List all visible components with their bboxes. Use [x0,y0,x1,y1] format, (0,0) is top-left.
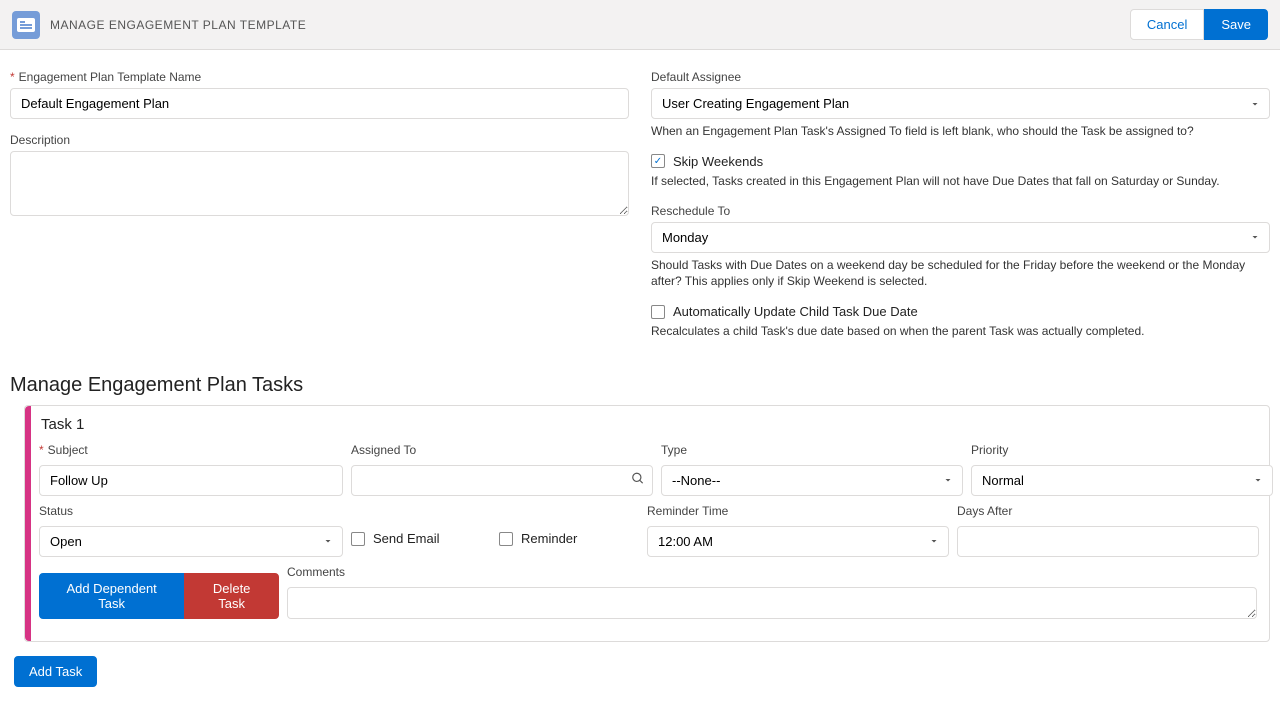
page-header: MANAGE ENGAGEMENT PLAN TEMPLATE Cancel S… [0,0,1280,50]
reminder-time-label: Reminder Time [647,504,949,518]
auto-update-help: Recalculates a child Task's due date bas… [651,323,1270,340]
auto-update-field: Automatically Update Child Task Due Date… [651,304,1270,340]
reminder-time-field: Reminder Time 12:00 AM [647,504,949,557]
subject-label: Subject [39,443,343,457]
header-left: MANAGE ENGAGEMENT PLAN TEMPLATE [12,11,306,39]
name-input[interactable] [10,88,629,119]
status-label: Status [39,504,343,518]
add-dependent-task-button[interactable]: Add Dependent Task [39,573,184,619]
reminder-label-text: Reminder [521,531,577,546]
skip-weekends-field: Skip Weekends If selected, Tasks created… [651,154,1270,190]
comments-label: Comments [287,565,1257,579]
assigned-to-label: Assigned To [351,443,653,457]
priority-field: Priority Normal [971,443,1273,496]
auto-update-label: Automatically Update Child Task Due Date [673,304,918,319]
form-columns: Engagement Plan Template Name Descriptio… [10,70,1270,354]
comments-field: Comments [287,565,1257,619]
name-label: Engagement Plan Template Name [10,70,629,84]
task-action-buttons: Add Dependent Task Delete Task [39,573,279,619]
reminder-field: Reminder [499,521,639,557]
skip-weekends-checkbox[interactable] [651,154,665,168]
header-actions: Cancel Save [1130,9,1268,40]
right-column: Default Assignee User Creating Engagemen… [651,70,1270,354]
assigned-to-field: Assigned To [351,443,653,496]
subject-input[interactable] [39,465,343,496]
description-textarea[interactable] [10,151,629,216]
assignee-label: Default Assignee [651,70,1270,84]
page-title: MANAGE ENGAGEMENT PLAN TEMPLATE [50,18,306,32]
days-after-field: Days After [957,504,1259,557]
description-field: Description [10,133,629,219]
subject-field: Subject [39,443,343,496]
reschedule-help: Should Tasks with Due Dates on a weekend… [651,257,1270,291]
description-label: Description [10,133,629,147]
left-column: Engagement Plan Template Name Descriptio… [10,70,629,354]
task-1-title: Task 1 [41,416,1257,433]
days-after-input[interactable] [957,526,1259,557]
cancel-button[interactable]: Cancel [1130,9,1204,40]
reschedule-select[interactable]: Monday [651,222,1270,253]
type-field: Type --None-- [661,443,963,496]
content-area: Engagement Plan Template Name Descriptio… [0,50,1280,707]
priority-label: Priority [971,443,1273,457]
type-select[interactable]: --None-- [661,465,963,496]
delete-task-button[interactable]: Delete Task [184,573,279,619]
skip-weekends-label: Skip Weekends [673,154,763,169]
assignee-select[interactable]: User Creating Engagement Plan [651,88,1270,119]
name-field: Engagement Plan Template Name [10,70,629,119]
send-email-field: Send Email [351,521,491,557]
tasks-section-title: Manage Engagement Plan Tasks [10,374,1270,397]
task-card-1: Task 1 Subject Assigned To Type --None-- [24,405,1270,642]
status-field: Status Open [39,504,343,557]
days-after-label: Days After [957,504,1259,518]
assignee-field: Default Assignee User Creating Engagemen… [651,70,1270,140]
assignee-help: When an Engagement Plan Task's Assigned … [651,123,1270,140]
status-select[interactable]: Open [39,526,343,557]
skip-weekends-help: If selected, Tasks created in this Engag… [651,173,1270,190]
reminder-checkbox[interactable] [499,532,513,546]
auto-update-checkbox[interactable] [651,305,665,319]
assigned-to-input[interactable] [351,465,653,496]
priority-select[interactable]: Normal [971,465,1273,496]
reminder-time-select[interactable]: 12:00 AM [647,526,949,557]
reschedule-label: Reschedule To [651,204,1270,218]
reschedule-field: Reschedule To Monday Should Tasks with D… [651,204,1270,291]
comments-textarea[interactable] [287,587,1257,619]
app-icon [12,11,40,39]
add-task-button[interactable]: Add Task [14,656,97,687]
task-accent [25,406,31,641]
send-email-label: Send Email [373,531,439,546]
send-email-checkbox[interactable] [351,532,365,546]
type-label: Type [661,443,963,457]
save-button[interactable]: Save [1204,9,1268,40]
